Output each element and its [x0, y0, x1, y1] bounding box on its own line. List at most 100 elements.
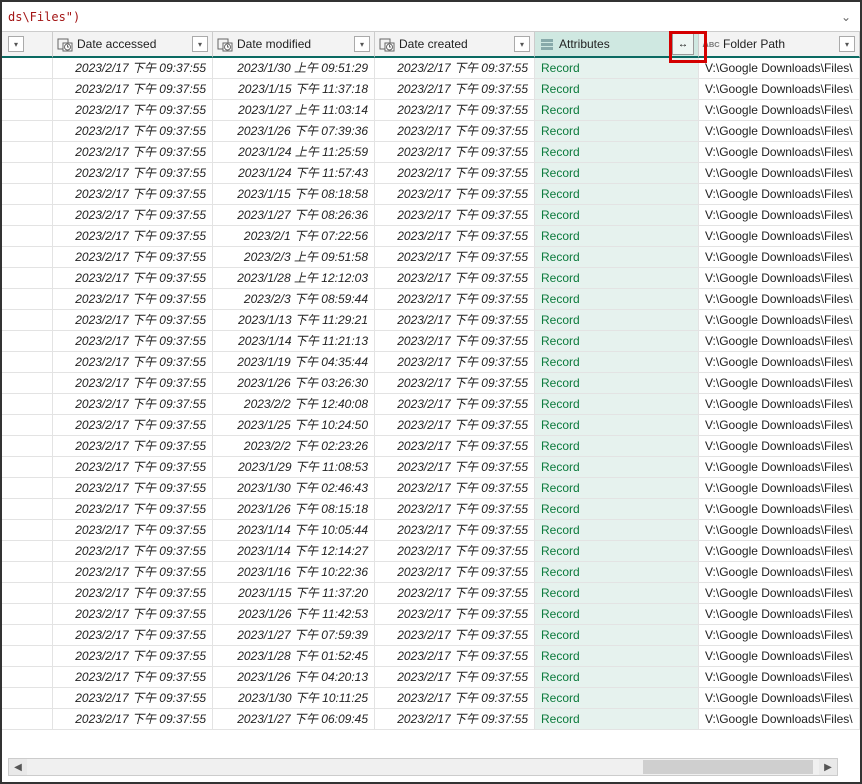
cell-date-accessed[interactable]: 2023/2/17 下午 09:37:55 [53, 709, 213, 730]
cell-date-modified[interactable]: 2023/1/14 下午 10:05:44 [213, 520, 375, 541]
table-row[interactable]: 2023/2/17 下午 09:37:552023/1/26 下午 07:39:… [2, 121, 860, 142]
cell-attributes-record[interactable]: Record [535, 667, 699, 688]
cell-date-accessed[interactable]: 2023/2/17 下午 09:37:55 [53, 583, 213, 604]
cell-date-created[interactable]: 2023/2/17 下午 09:37:55 [375, 310, 535, 331]
cell-date-modified[interactable]: 2023/1/15 下午 11:37:20 [213, 583, 375, 604]
cell-folder-path[interactable]: V:\Google Downloads\Files\ [699, 562, 860, 583]
row-index-header[interactable]: ▾ [2, 32, 53, 58]
cell-attributes-record[interactable]: Record [535, 478, 699, 499]
column-header-date-modified[interactable]: Date modified ▾ [213, 32, 375, 58]
cell-date-modified[interactable]: 2023/1/28 下午 01:52:45 [213, 646, 375, 667]
cell-attributes-record[interactable]: Record [535, 289, 699, 310]
table-row[interactable]: 2023/2/17 下午 09:37:552023/1/27 下午 07:59:… [2, 625, 860, 646]
cell-attributes-record[interactable]: Record [535, 352, 699, 373]
cell-folder-path[interactable]: V:\Google Downloads\Files\ [699, 310, 860, 331]
chevron-down-icon[interactable]: ⌄ [838, 10, 854, 24]
table-row[interactable]: 2023/2/17 下午 09:37:552023/2/3 上午 09:51:5… [2, 247, 860, 268]
cell-folder-path[interactable]: V:\Google Downloads\Files\ [699, 352, 860, 373]
cell-date-created[interactable]: 2023/2/17 下午 09:37:55 [375, 58, 535, 79]
cell-date-created[interactable]: 2023/2/17 下午 09:37:55 [375, 583, 535, 604]
cell-date-modified[interactable]: 2023/2/2 下午 02:23:26 [213, 436, 375, 457]
cell-date-accessed[interactable]: 2023/2/17 下午 09:37:55 [53, 541, 213, 562]
cell-date-modified[interactable]: 2023/1/27 下午 08:26:36 [213, 205, 375, 226]
cell-date-accessed[interactable]: 2023/2/17 下午 09:37:55 [53, 604, 213, 625]
cell-date-accessed[interactable]: 2023/2/17 下午 09:37:55 [53, 520, 213, 541]
cell-date-modified[interactable]: 2023/2/3 下午 08:59:44 [213, 289, 375, 310]
cell-attributes-record[interactable]: Record [535, 709, 699, 730]
cell-date-created[interactable]: 2023/2/17 下午 09:37:55 [375, 667, 535, 688]
cell-date-modified[interactable]: 2023/2/3 上午 09:51:58 [213, 247, 375, 268]
cell-date-accessed[interactable]: 2023/2/17 下午 09:37:55 [53, 478, 213, 499]
table-row[interactable]: 2023/2/17 下午 09:37:552023/1/19 下午 04:35:… [2, 352, 860, 373]
cell-date-created[interactable]: 2023/2/17 下午 09:37:55 [375, 247, 535, 268]
cell-date-modified[interactable]: 2023/1/26 下午 08:15:18 [213, 499, 375, 520]
table-row[interactable]: 2023/2/17 下午 09:37:552023/1/30 下午 02:46:… [2, 478, 860, 499]
cell-attributes-record[interactable]: Record [535, 457, 699, 478]
cell-date-modified[interactable]: 2023/1/28 上午 12:12:03 [213, 268, 375, 289]
expand-column-button[interactable]: ↔ [672, 33, 694, 55]
cell-folder-path[interactable]: V:\Google Downloads\Files\ [699, 289, 860, 310]
cell-date-accessed[interactable]: 2023/2/17 下午 09:37:55 [53, 331, 213, 352]
column-header-attributes[interactable]: Attributes ↔ [535, 32, 699, 58]
horizontal-scrollbar[interactable]: ◀ ▶ [8, 758, 838, 776]
cell-date-modified[interactable]: 2023/1/27 上午 11:03:14 [213, 100, 375, 121]
cell-date-accessed[interactable]: 2023/2/17 下午 09:37:55 [53, 142, 213, 163]
scroll-left-arrow-icon[interactable]: ◀ [9, 759, 27, 775]
cell-date-accessed[interactable]: 2023/2/17 下午 09:37:55 [53, 289, 213, 310]
cell-date-created[interactable]: 2023/2/17 下午 09:37:55 [375, 478, 535, 499]
cell-attributes-record[interactable]: Record [535, 268, 699, 289]
cell-date-accessed[interactable]: 2023/2/17 下午 09:37:55 [53, 58, 213, 79]
cell-date-accessed[interactable]: 2023/2/17 下午 09:37:55 [53, 79, 213, 100]
cell-folder-path[interactable]: V:\Google Downloads\Files\ [699, 604, 860, 625]
filter-icon[interactable]: ▾ [8, 36, 24, 52]
cell-date-accessed[interactable]: 2023/2/17 下午 09:37:55 [53, 268, 213, 289]
column-header-date-accessed[interactable]: Date accessed ▾ [53, 32, 213, 58]
cell-folder-path[interactable]: V:\Google Downloads\Files\ [699, 625, 860, 646]
cell-date-accessed[interactable]: 2023/2/17 下午 09:37:55 [53, 121, 213, 142]
cell-date-created[interactable]: 2023/2/17 下午 09:37:55 [375, 331, 535, 352]
cell-folder-path[interactable]: V:\Google Downloads\Files\ [699, 583, 860, 604]
cell-folder-path[interactable]: V:\Google Downloads\Files\ [699, 184, 860, 205]
cell-attributes-record[interactable]: Record [535, 541, 699, 562]
cell-folder-path[interactable]: V:\Google Downloads\Files\ [699, 688, 860, 709]
cell-date-accessed[interactable]: 2023/2/17 下午 09:37:55 [53, 436, 213, 457]
cell-date-created[interactable]: 2023/2/17 下午 09:37:55 [375, 100, 535, 121]
cell-date-accessed[interactable]: 2023/2/17 下午 09:37:55 [53, 625, 213, 646]
cell-date-modified[interactable]: 2023/1/26 下午 04:20:13 [213, 667, 375, 688]
cell-folder-path[interactable]: V:\Google Downloads\Files\ [699, 478, 860, 499]
cell-attributes-record[interactable]: Record [535, 121, 699, 142]
table-row[interactable]: 2023/2/17 下午 09:37:552023/1/26 下午 04:20:… [2, 667, 860, 688]
cell-date-accessed[interactable]: 2023/2/17 下午 09:37:55 [53, 646, 213, 667]
cell-date-modified[interactable]: 2023/1/26 下午 11:42:53 [213, 604, 375, 625]
table-row[interactable]: 2023/2/17 下午 09:37:552023/1/27 下午 06:09:… [2, 709, 860, 730]
cell-date-modified[interactable]: 2023/1/14 下午 12:14:27 [213, 541, 375, 562]
cell-date-modified[interactable]: 2023/1/30 下午 10:11:25 [213, 688, 375, 709]
filter-icon[interactable]: ▾ [354, 36, 370, 52]
cell-date-created[interactable]: 2023/2/17 下午 09:37:55 [375, 646, 535, 667]
cell-attributes-record[interactable]: Record [535, 373, 699, 394]
cell-attributes-record[interactable]: Record [535, 562, 699, 583]
table-row[interactable]: 2023/2/17 下午 09:37:552023/1/13 下午 11:29:… [2, 310, 860, 331]
cell-date-accessed[interactable]: 2023/2/17 下午 09:37:55 [53, 457, 213, 478]
cell-date-created[interactable]: 2023/2/17 下午 09:37:55 [375, 436, 535, 457]
cell-date-modified[interactable]: 2023/1/14 下午 11:21:13 [213, 331, 375, 352]
cell-date-modified[interactable]: 2023/1/29 下午 11:08:53 [213, 457, 375, 478]
formula-text[interactable]: ds\Files") [8, 10, 838, 24]
cell-date-accessed[interactable]: 2023/2/17 下午 09:37:55 [53, 394, 213, 415]
cell-folder-path[interactable]: V:\Google Downloads\Files\ [699, 541, 860, 562]
cell-date-accessed[interactable]: 2023/2/17 下午 09:37:55 [53, 184, 213, 205]
cell-attributes-record[interactable]: Record [535, 604, 699, 625]
table-row[interactable]: 2023/2/17 下午 09:37:552023/1/28 下午 01:52:… [2, 646, 860, 667]
filter-icon[interactable]: ▾ [192, 36, 208, 52]
cell-attributes-record[interactable]: Record [535, 247, 699, 268]
table-row[interactable]: 2023/2/17 下午 09:37:552023/1/26 下午 03:26:… [2, 373, 860, 394]
cell-date-accessed[interactable]: 2023/2/17 下午 09:37:55 [53, 562, 213, 583]
cell-date-accessed[interactable]: 2023/2/17 下午 09:37:55 [53, 205, 213, 226]
cell-date-accessed[interactable]: 2023/2/17 下午 09:37:55 [53, 226, 213, 247]
table-row[interactable]: 2023/2/17 下午 09:37:552023/1/29 下午 11:08:… [2, 457, 860, 478]
cell-attributes-record[interactable]: Record [535, 646, 699, 667]
cell-date-created[interactable]: 2023/2/17 下午 09:37:55 [375, 184, 535, 205]
cell-date-created[interactable]: 2023/2/17 下午 09:37:55 [375, 268, 535, 289]
cell-folder-path[interactable]: V:\Google Downloads\Files\ [699, 79, 860, 100]
column-header-date-created[interactable]: Date created ▾ [375, 32, 535, 58]
